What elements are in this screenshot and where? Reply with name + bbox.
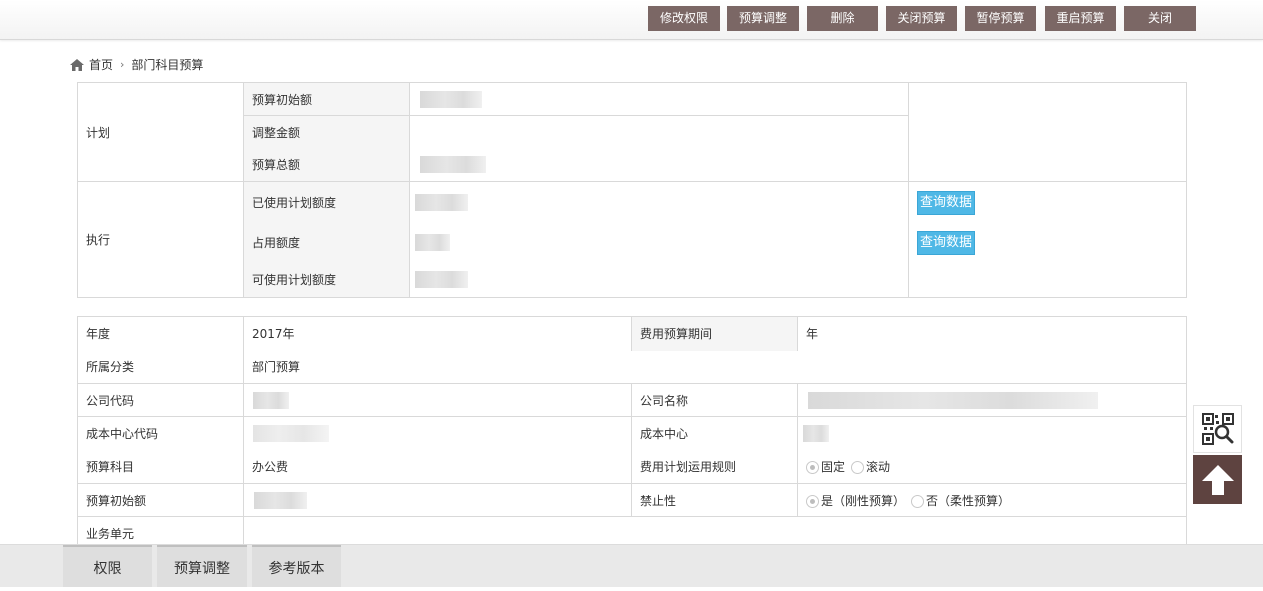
- available-quota-value: [409, 261, 909, 298]
- cost-center-label: 成本中心: [631, 416, 798, 451]
- modify-permission-button[interactable]: 修改权限: [648, 6, 720, 31]
- plan-label: 计划: [77, 82, 244, 182]
- used-quota-label: 已使用计划额度: [243, 181, 410, 224]
- year-value: 2017年: [243, 316, 632, 351]
- budget-adjust-button[interactable]: 预算调整: [727, 6, 799, 31]
- close-budget-button[interactable]: 关闭预算: [886, 6, 957, 31]
- back-to-top-button[interactable]: [1193, 455, 1242, 504]
- used-quota-query-cell: 查询数据: [908, 181, 1187, 224]
- company-name-value: [797, 383, 1187, 417]
- breadcrumb-home-link[interactable]: 首页: [89, 57, 113, 73]
- occupied-quota-value: [409, 223, 909, 262]
- total-amount-value: [409, 148, 909, 182]
- subject-label: 预算科目: [77, 450, 244, 484]
- prohibit-option-flexible[interactable]: 否（柔性预算）: [911, 492, 1010, 509]
- chevron-right-icon: ›: [120, 58, 125, 71]
- budget-info-table: 年度 2017年 费用预算期间 年 所属分类 部门预算 公司代码 公司名称 成本…: [77, 316, 1187, 550]
- initial-budget-value: [243, 483, 632, 517]
- subject-value: 办公费: [243, 450, 632, 484]
- side-tools: [1193, 405, 1242, 504]
- occupied-quota-label: 占用额度: [243, 223, 410, 262]
- radio-icon[interactable]: [851, 461, 865, 475]
- initial-amount-label: 预算初始额: [243, 82, 410, 116]
- occupied-quota-query-cell: 查询数据: [908, 223, 1187, 262]
- prohibit-option-rigid[interactable]: 是（刚性预算）: [806, 492, 905, 509]
- tab-permission[interactable]: 权限: [63, 545, 152, 587]
- available-quota-label: 可使用计划额度: [243, 261, 410, 298]
- period-label: 费用预算期间: [631, 316, 798, 351]
- rule-label: 费用计划运用规则: [631, 450, 798, 484]
- company-code-label: 公司代码: [77, 383, 244, 417]
- arrow-up-icon: [1201, 464, 1234, 495]
- tab-reference-version[interactable]: 参考版本: [252, 545, 341, 587]
- top-toolbar: 修改权限 预算调整 删除 关闭预算 暂停预算 重启预算 关闭: [0, 0, 1263, 40]
- plan-execution-table: 计划 预算初始额 调整金额 预算总额 执行 已使用计划额度 查询数据 占用额度 …: [77, 82, 1187, 298]
- rule-option-fixed[interactable]: 固定: [806, 458, 845, 475]
- restart-budget-button[interactable]: 重启预算: [1045, 6, 1116, 31]
- initial-budget-label: 预算初始额: [77, 483, 244, 517]
- home-icon: [70, 59, 84, 71]
- adjust-amount-label: 调整金额: [243, 115, 410, 149]
- breadcrumb: 首页 › 部门科目预算: [70, 57, 203, 73]
- cost-center-code-label: 成本中心代码: [77, 416, 244, 451]
- available-quota-extra-cell: [908, 261, 1187, 298]
- prohibit-radio-group: 是（刚性预算） 否（柔性预算）: [797, 483, 1187, 517]
- category-value: 部门预算: [243, 350, 1187, 384]
- used-quota-value: [409, 181, 909, 224]
- plan-extra-cell: [908, 82, 1187, 182]
- close-button[interactable]: 关闭: [1124, 6, 1196, 31]
- cost-center-code-value: [243, 416, 632, 451]
- qr-search-icon: [1201, 413, 1234, 445]
- company-name-label: 公司名称: [631, 383, 798, 417]
- adjust-amount-value: [409, 115, 909, 149]
- prohibit-label: 禁止性: [631, 483, 798, 517]
- radio-icon[interactable]: [911, 494, 925, 508]
- period-value: 年: [797, 316, 1187, 351]
- radio-icon[interactable]: [806, 461, 819, 475]
- rule-radio-group: 固定 滚动: [797, 450, 1187, 484]
- delete-button[interactable]: 删除: [807, 6, 878, 31]
- execution-label: 执行: [77, 181, 244, 298]
- rule-option-rolling[interactable]: 滚动: [851, 458, 890, 475]
- total-amount-label: 预算总额: [243, 148, 410, 182]
- year-label: 年度: [77, 316, 244, 351]
- company-code-value: [243, 383, 632, 417]
- cost-center-value: [797, 416, 1187, 451]
- pause-budget-button[interactable]: 暂停预算: [965, 6, 1036, 31]
- initial-amount-value: [409, 82, 909, 116]
- category-label: 所属分类: [77, 350, 244, 384]
- qr-search-button[interactable]: [1193, 405, 1242, 453]
- query-data-button-occupied[interactable]: 查询数据: [917, 230, 976, 255]
- tab-budget-adjust[interactable]: 预算调整: [157, 545, 247, 587]
- query-data-button-used[interactable]: 查询数据: [917, 190, 976, 215]
- radio-icon[interactable]: [806, 494, 819, 508]
- breadcrumb-current: 部门科目预算: [131, 58, 204, 72]
- bottom-tab-bar: 权限 预算调整 参考版本: [0, 544, 1263, 587]
